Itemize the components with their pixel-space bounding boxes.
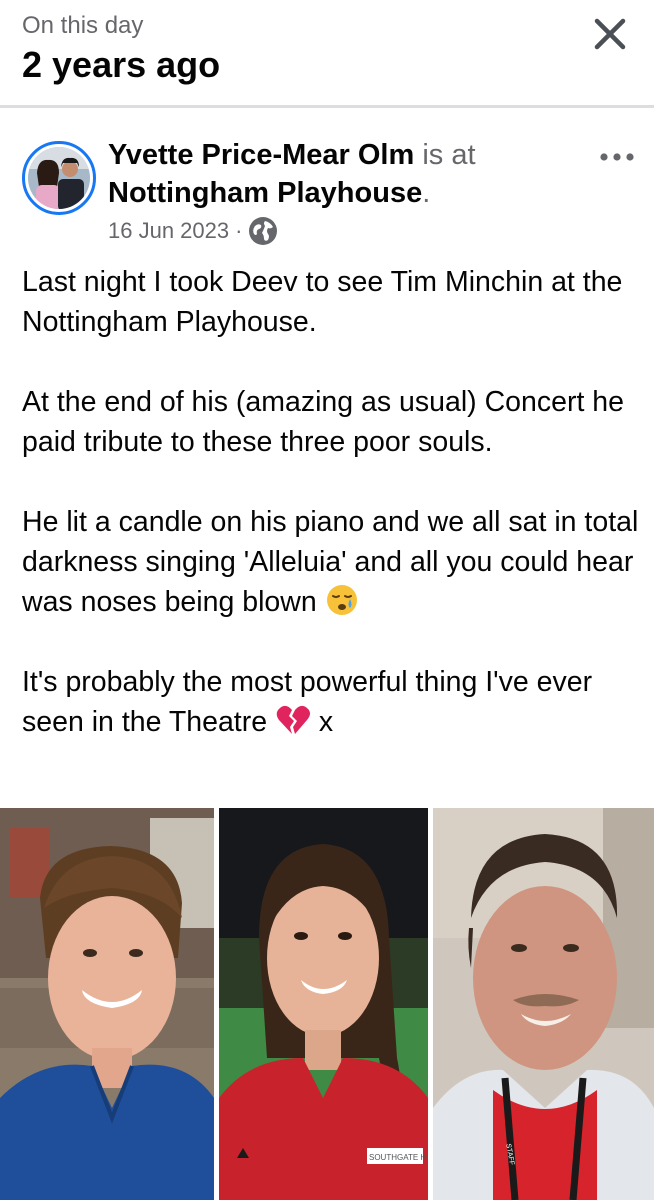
meta-separator: · bbox=[235, 218, 243, 243]
post-paragraph: He lit a candle on his piano and we all … bbox=[22, 506, 639, 618]
post-paragraph: Last night I took Deev to see Tim Minchi… bbox=[22, 266, 623, 338]
close-icon bbox=[594, 18, 626, 50]
header-label: On this day bbox=[22, 12, 144, 39]
author-line: Yvette Price-Mear Olm is at Nottingham P… bbox=[108, 136, 578, 212]
photo-collage: SOUTHGATE HC STAFF bbox=[0, 808, 654, 1200]
author-name[interactable]: Yvette Price-Mear Olm bbox=[108, 139, 414, 171]
globe-icon bbox=[249, 217, 278, 245]
header-title: 2 years ago bbox=[22, 44, 221, 85]
post-header: Yvette Price-Mear Olm is at Nottingham P… bbox=[0, 108, 654, 258]
more-options-button[interactable] bbox=[596, 142, 638, 172]
place-suffix: . bbox=[422, 177, 431, 209]
post-paragraph: At the end of his (amazing as usual) Con… bbox=[22, 386, 624, 458]
post-meta: 16 Jun 2023 · bbox=[108, 216, 278, 246]
on-this-day-header: On this day 2 years ago bbox=[0, 0, 654, 100]
post-paragraph: It's probably the most powerful thing I'… bbox=[22, 666, 593, 738]
place-link[interactable]: Nottingham Playhouse bbox=[108, 177, 422, 209]
close-button[interactable] bbox=[588, 12, 632, 56]
photo-young-man[interactable] bbox=[0, 808, 214, 1200]
post-date[interactable]: 16 Jun 2023 bbox=[108, 218, 229, 244]
crying-face-emoji bbox=[326, 585, 357, 615]
broken-heart-emoji bbox=[276, 705, 310, 734]
post-text: Last night I took Deev to see Tim Minchi… bbox=[22, 262, 642, 742]
author-connector: is at bbox=[414, 139, 476, 171]
avatar[interactable] bbox=[22, 141, 96, 215]
photo-older-man[interactable]: STAFF bbox=[433, 808, 654, 1200]
avatar-image bbox=[28, 147, 90, 209]
photo-badge-text: SOUTHGATE HC bbox=[369, 1153, 428, 1162]
photo-young-woman[interactable]: SOUTHGATE HC bbox=[219, 808, 428, 1200]
more-horizontal-icon bbox=[600, 153, 634, 161]
